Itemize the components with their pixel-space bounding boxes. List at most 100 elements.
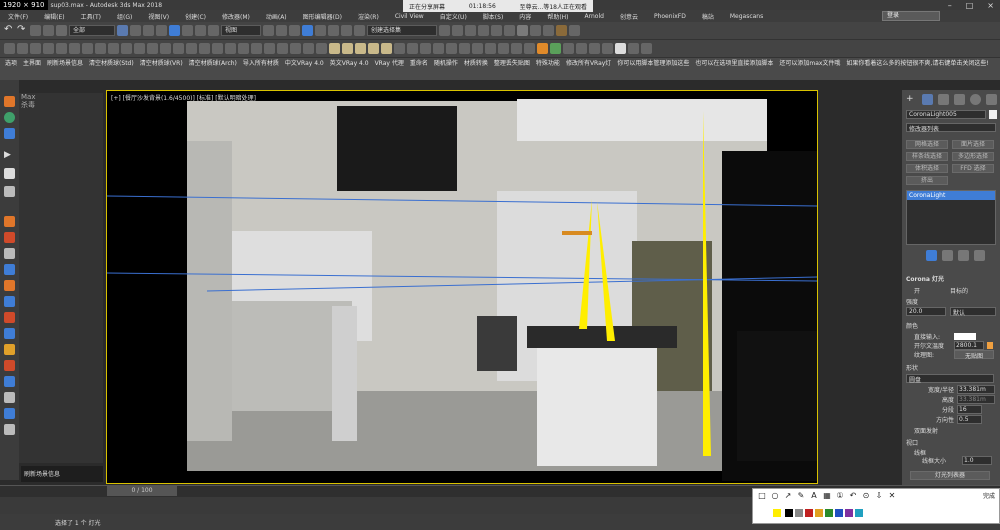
camera-viewport[interactable]: [+] [餐厅沙发背景(1.6/4500)] [标准] [默认明暗处理] bbox=[106, 90, 818, 484]
plugin-tool-33-icon[interactable] bbox=[485, 43, 496, 54]
menu-animation[interactable]: 动画(A) bbox=[258, 12, 295, 21]
plugin-tool-27-icon[interactable] bbox=[407, 43, 418, 54]
make-unique-icon[interactable] bbox=[958, 250, 969, 261]
corona-light-rollout-title[interactable]: Corona 灯光 bbox=[906, 274, 996, 283]
align-icon[interactable] bbox=[452, 25, 463, 36]
edit-named-selection-icon[interactable] bbox=[354, 25, 365, 36]
texmap-button[interactable]: 无贴图 bbox=[954, 350, 994, 360]
undo-tool-icon[interactable]: ↶ bbox=[848, 491, 858, 501]
plugin-tool-20-icon[interactable] bbox=[251, 43, 262, 54]
antivirus-icon[interactable] bbox=[4, 112, 15, 123]
plugin-tool-8-icon[interactable] bbox=[95, 43, 106, 54]
cmd-vray-proxy[interactable]: VRay 代理 bbox=[372, 59, 407, 69]
plugin-tool-11-icon[interactable] bbox=[134, 43, 145, 54]
cmd-special[interactable]: 特殊功能 bbox=[533, 59, 563, 69]
plugin-tool-43-icon[interactable] bbox=[641, 43, 652, 54]
tool-yellow-1-icon[interactable] bbox=[4, 344, 15, 355]
play-icon[interactable]: ▶ bbox=[4, 150, 15, 161]
direct-input-radio[interactable]: 直接输入: bbox=[906, 332, 946, 341]
show-end-result-icon[interactable] bbox=[942, 250, 953, 261]
plugin-tool-1-icon[interactable] bbox=[4, 43, 15, 54]
display-tab-icon[interactable] bbox=[970, 94, 981, 105]
text-tool-icon[interactable]: A bbox=[809, 491, 819, 501]
create-tab-icon[interactable]: + bbox=[906, 94, 917, 105]
swatch-orange[interactable] bbox=[815, 509, 823, 517]
cmd-missing-maps[interactable]: 整理丢失贴图 bbox=[491, 59, 533, 69]
render-icon[interactable] bbox=[556, 25, 567, 36]
plugin-tool-42-icon[interactable] bbox=[628, 43, 639, 54]
plugin-tool-29-icon[interactable] bbox=[433, 43, 444, 54]
redo-icon[interactable]: ↷ bbox=[17, 25, 28, 36]
stack-item[interactable]: CoronaLight bbox=[907, 191, 995, 200]
swatch-green[interactable] bbox=[825, 509, 833, 517]
light-lister-button[interactable]: 灯光列表器 bbox=[910, 471, 990, 480]
number-tool-icon[interactable]: ① bbox=[835, 491, 845, 501]
minimize-icon[interactable]: – bbox=[948, 1, 952, 10]
utilities-tab-icon[interactable] bbox=[986, 94, 997, 105]
reference-coord-dropdown[interactable]: 视图 bbox=[221, 25, 261, 36]
stop-icon[interactable] bbox=[4, 168, 15, 179]
sphere-light-icon[interactable] bbox=[342, 43, 353, 54]
plugin-tool-19-icon[interactable] bbox=[238, 43, 249, 54]
swatch-cyan[interactable] bbox=[855, 509, 863, 517]
render-frame-icon[interactable] bbox=[543, 25, 554, 36]
width-input[interactable]: 33.381m bbox=[957, 385, 995, 394]
plugin-tool-9-icon[interactable] bbox=[108, 43, 119, 54]
plugin-tool-41-icon[interactable] bbox=[602, 43, 613, 54]
keyboard-shortcut-icon[interactable] bbox=[289, 25, 300, 36]
plugin-tool-18-icon[interactable] bbox=[225, 43, 236, 54]
mosaic-tool-icon[interactable]: ▦ bbox=[822, 491, 832, 501]
tool-grey-2-icon[interactable] bbox=[4, 392, 15, 403]
swatch-yellow[interactable] bbox=[773, 509, 781, 517]
close-icon[interactable]: × bbox=[987, 1, 994, 10]
time-slider[interactable]: 0 / 100 bbox=[107, 486, 177, 496]
curve-editor-icon[interactable] bbox=[491, 25, 502, 36]
move-icon[interactable] bbox=[169, 25, 180, 36]
snap-toggle-icon[interactable] bbox=[302, 25, 313, 36]
plugin-tool-21-icon[interactable] bbox=[264, 43, 275, 54]
mesh-select-button[interactable]: 网格选择 bbox=[906, 140, 948, 149]
menu-scripting[interactable]: 脚本(S) bbox=[475, 12, 512, 21]
plugin-tool-2-icon[interactable] bbox=[17, 43, 28, 54]
tool-blue-5-icon[interactable] bbox=[4, 408, 15, 419]
rect-tool-icon[interactable]: □ bbox=[757, 491, 767, 501]
menu-help[interactable]: 帮助(H) bbox=[539, 12, 576, 21]
remove-modifier-icon[interactable] bbox=[974, 250, 985, 261]
snip-done-button[interactable]: 完成 bbox=[983, 491, 995, 500]
plugin-tool-5-icon[interactable] bbox=[56, 43, 67, 54]
plugin-tool-13-icon[interactable] bbox=[160, 43, 171, 54]
swatch-red[interactable] bbox=[805, 509, 813, 517]
shield-icon[interactable] bbox=[4, 128, 15, 139]
tool-blue-3-icon[interactable] bbox=[4, 328, 15, 339]
select-object-icon[interactable] bbox=[117, 25, 128, 36]
cmd-material-convert[interactable]: 材质转换 bbox=[461, 59, 491, 69]
motion-tab-icon[interactable] bbox=[954, 94, 965, 105]
plugin-tool-17-icon[interactable] bbox=[212, 43, 223, 54]
height-input[interactable]: 33.381m bbox=[957, 395, 995, 404]
plugin-tool-38-icon[interactable] bbox=[563, 43, 574, 54]
ribbon-icon[interactable] bbox=[478, 25, 489, 36]
cmd-clear-std[interactable]: 清空材质球(Std) bbox=[86, 59, 137, 69]
segments-input[interactable]: 16 bbox=[957, 405, 982, 414]
cmd-random[interactable]: 随机操作 bbox=[431, 59, 461, 69]
plugin-tool-7-icon[interactable] bbox=[82, 43, 93, 54]
cmd-rename[interactable]: 重命名 bbox=[407, 59, 431, 69]
select-by-name-icon[interactable] bbox=[130, 25, 141, 36]
tool-blue-1-icon[interactable] bbox=[4, 264, 15, 275]
plugin-tool-31-icon[interactable] bbox=[459, 43, 470, 54]
plugin-tool-4-icon[interactable] bbox=[43, 43, 54, 54]
kelvin-input[interactable]: 2800.1 bbox=[954, 341, 984, 350]
cmd-vray-cn[interactable]: 中文VRay 4.0 bbox=[282, 59, 327, 69]
kelvin-radio[interactable]: 开尔文温度 bbox=[906, 341, 946, 350]
selection-filter-dropdown[interactable]: 全部 bbox=[69, 25, 115, 36]
cmd-clear-vr[interactable]: 清空材质球(VR) bbox=[137, 59, 186, 69]
ies-light-icon[interactable] bbox=[381, 43, 392, 54]
menu-modifiers[interactable]: 修改器(M) bbox=[214, 12, 258, 21]
object-color-swatch[interactable] bbox=[989, 110, 997, 119]
menu-tools[interactable]: 工具(T) bbox=[73, 12, 109, 21]
link-icon[interactable] bbox=[30, 25, 41, 36]
swatch-purple[interactable] bbox=[845, 509, 853, 517]
ffd-select-button[interactable]: FFD 选择 bbox=[952, 164, 994, 173]
save-tool-icon[interactable]: ⇩ bbox=[874, 491, 884, 501]
direct-color-swatch[interactable] bbox=[954, 333, 976, 340]
